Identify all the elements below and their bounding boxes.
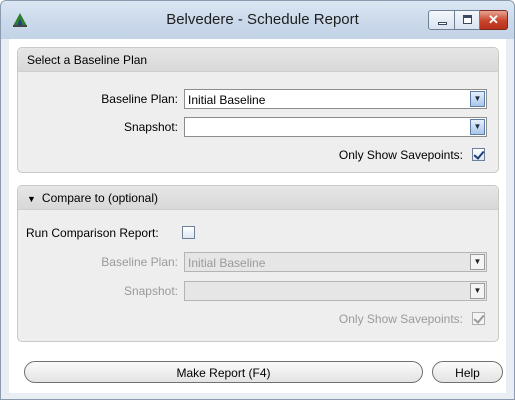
compare-baseline-plan-value: Initial Baseline: [188, 256, 266, 270]
minimize-button[interactable]: [428, 10, 455, 30]
maximize-icon: [463, 15, 472, 24]
compare-snapshot-select[interactable]: ▼: [184, 281, 487, 301]
chevron-down-icon[interactable]: ▼: [470, 283, 485, 299]
compare-panel-title: Compare to (optional): [41, 191, 158, 205]
minimize-icon: [438, 22, 447, 25]
compare-baseline-plan-select[interactable]: Initial Baseline ▼: [184, 252, 487, 272]
chevron-down-icon[interactable]: ▼: [470, 254, 485, 270]
schedule-report-window: Belvedere - Schedule Report ✕ Select a B…: [0, 0, 515, 400]
close-button[interactable]: ✕: [480, 10, 508, 30]
baseline-plan-value: Initial Baseline: [188, 93, 266, 107]
compare-snapshot-row: Snapshot: ▼: [18, 281, 498, 301]
baseline-panel-header: Select a Baseline Plan: [18, 48, 498, 72]
compare-snapshot-label: Snapshot:: [123, 284, 178, 298]
compare-panel: ▼ Compare to (optional) Run Comparison Re…: [17, 185, 499, 342]
compare-baseline-plan-label: Baseline Plan:: [101, 255, 178, 269]
chevron-down-icon[interactable]: ▼: [470, 91, 485, 107]
maximize-button[interactable]: [455, 10, 480, 30]
compare-only-savepoints-checkbox[interactable]: [472, 312, 485, 325]
triangle-down-icon[interactable]: ▼: [27, 194, 36, 204]
help-button[interactable]: Help: [432, 361, 503, 383]
run-comparison-row: Run Comparison Report:: [18, 224, 498, 244]
compare-baseline-plan-row: Baseline Plan: Initial Baseline ▼: [18, 252, 498, 272]
baseline-plan-select[interactable]: Initial Baseline ▼: [184, 89, 487, 109]
snapshot-row: Snapshot: ▼: [18, 117, 498, 137]
run-comparison-label: Run Comparison Report:: [26, 226, 159, 240]
snapshot-select[interactable]: ▼: [184, 117, 487, 137]
only-savepoints-row: Only Show Savepoints:: [18, 146, 498, 166]
chevron-down-icon[interactable]: ▼: [470, 119, 485, 135]
make-report-button[interactable]: Make Report (F4): [24, 361, 423, 383]
compare-only-savepoints-label: Only Show Savepoints:: [338, 312, 463, 326]
only-savepoints-checkbox[interactable]: [472, 148, 485, 161]
run-comparison-checkbox[interactable]: [182, 226, 195, 239]
snapshot-label: Snapshot:: [123, 120, 178, 134]
only-savepoints-label: Only Show Savepoints:: [338, 148, 463, 162]
compare-panel-header[interactable]: ▼ Compare to (optional): [18, 186, 498, 210]
baseline-plan-row: Baseline Plan: Initial Baseline ▼: [18, 89, 498, 109]
close-icon: ✕: [488, 12, 499, 27]
baseline-plan-label: Baseline Plan:: [101, 92, 178, 106]
compare-only-savepoints-row: Only Show Savepoints:: [18, 310, 498, 330]
baseline-panel: Select a Baseline Plan Baseline Plan: In…: [17, 47, 499, 173]
title-bar[interactable]: Belvedere - Schedule Report ✕: [1, 1, 514, 39]
